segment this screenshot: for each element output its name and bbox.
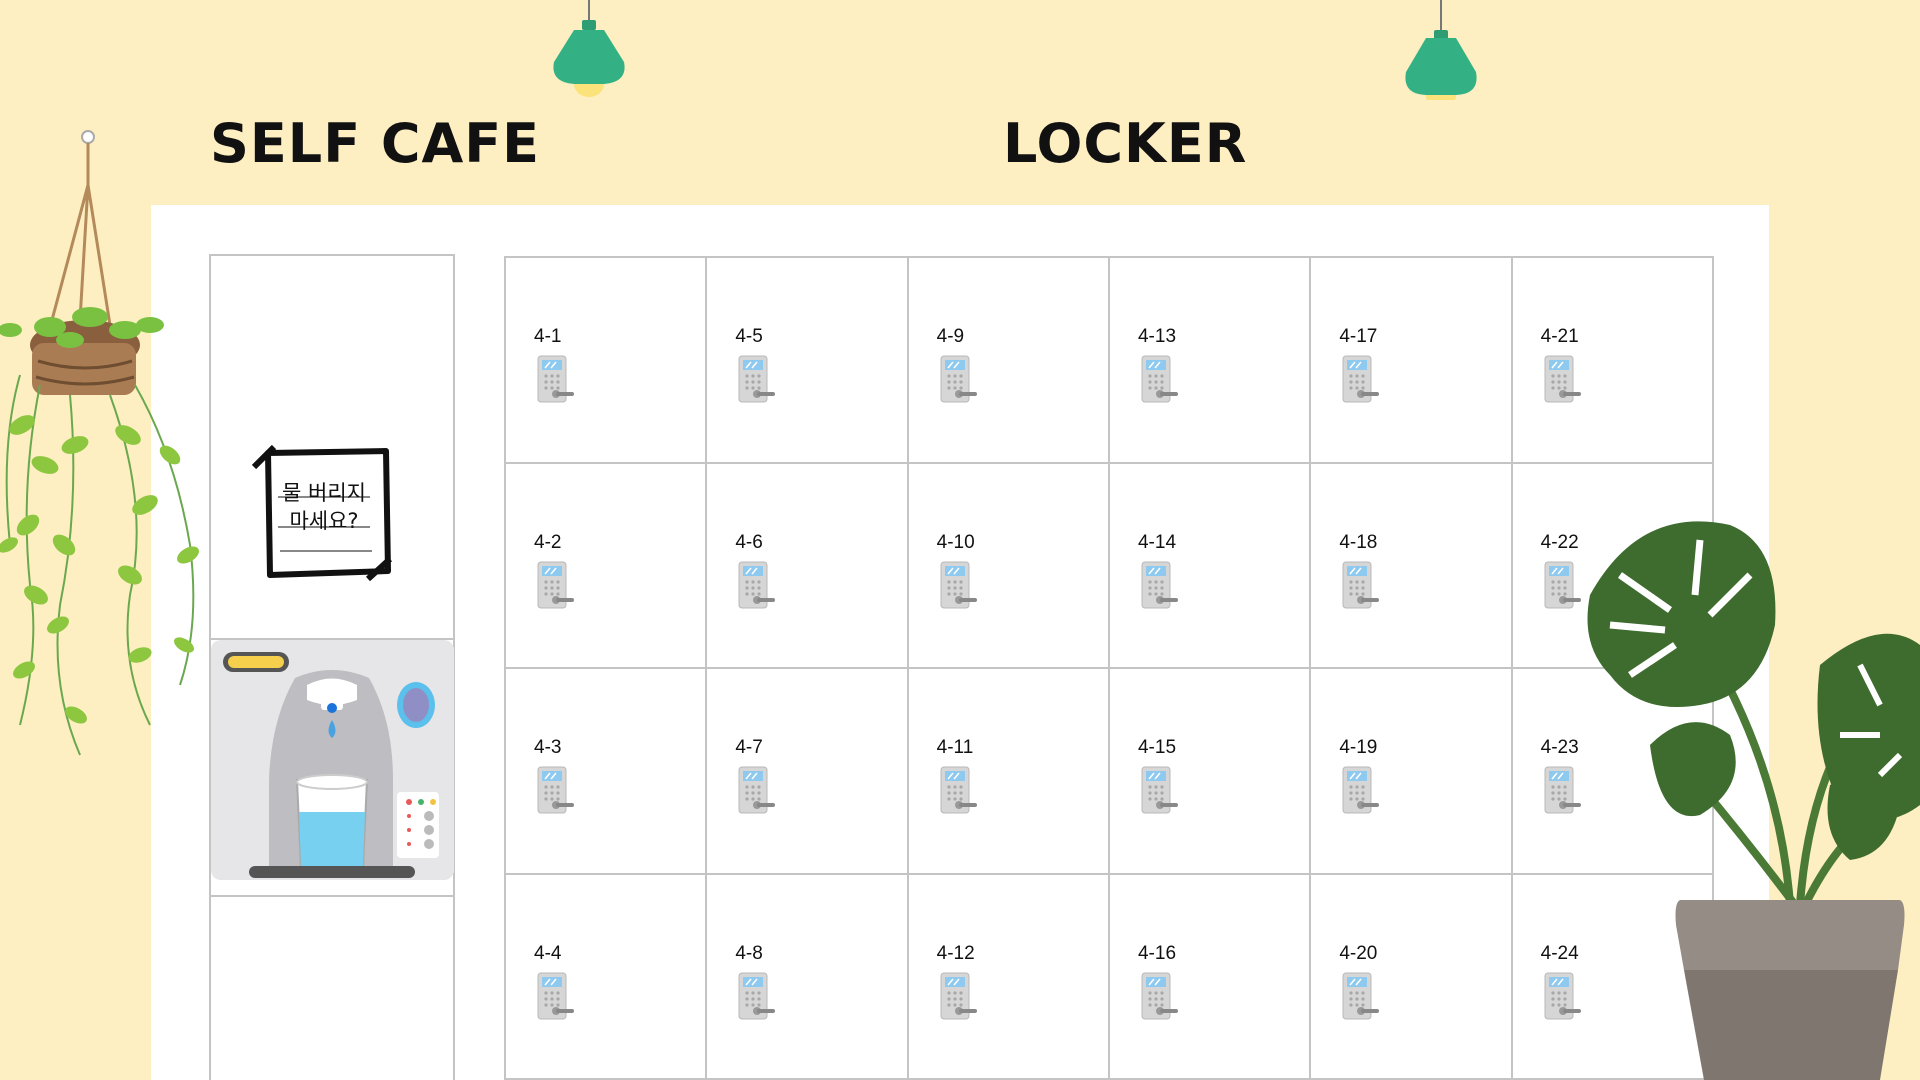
locker-number: 4-14	[1137, 531, 1177, 553]
locker-number: 4-20	[1339, 942, 1378, 964]
keypad-lock-icon[interactable]	[939, 560, 979, 610]
locker-door[interactable]: 4-3	[506, 669, 708, 875]
keypad-lock-icon[interactable]	[737, 560, 777, 610]
keypad-lock-icon[interactable]	[1140, 765, 1180, 815]
locker-door[interactable]: 4-15	[1109, 669, 1312, 875]
locker-number: 4-12	[936, 942, 975, 964]
keypad-lock-icon[interactable]	[536, 765, 576, 815]
keypad-lock-icon[interactable]	[1341, 765, 1381, 815]
locker-door[interactable]: 4-12	[908, 874, 1110, 1080]
keypad-lock-icon[interactable]	[1140, 971, 1180, 1021]
locker-number: 4-9	[936, 326, 965, 347]
locker-number: 4-2	[534, 531, 562, 553]
locker-number: 4-13	[1137, 326, 1177, 347]
locker-number: 4-16	[1137, 942, 1177, 964]
keypad-lock-icon[interactable]	[536, 560, 576, 610]
keypad-lock-icon[interactable]	[939, 971, 979, 1021]
locker-door[interactable]: 4-16	[1109, 874, 1312, 1080]
keypad-lock-icon[interactable]	[1543, 354, 1583, 404]
locker-number: 4-8	[735, 942, 763, 964]
keypad-lock-icon[interactable]	[939, 354, 979, 404]
locker-door[interactable]: 4-4	[506, 874, 708, 1080]
keypad-lock-icon[interactable]	[737, 765, 777, 815]
locker-number: 4-24	[1540, 942, 1579, 964]
sign-text-line1: 물 버리지	[282, 481, 366, 505]
locker-number: 4-17	[1339, 326, 1378, 347]
keypad-lock-icon[interactable]	[1140, 560, 1180, 610]
locker-number: 4-1	[534, 326, 562, 347]
locker-door[interactable]: 4-21	[1512, 258, 1714, 464]
locker-door[interactable]: 4-17	[1311, 258, 1513, 464]
keypad-lock-icon[interactable]	[536, 354, 576, 404]
locker-number: 4-23	[1540, 737, 1579, 758]
locker-door[interactable]: 4-9	[908, 258, 1110, 464]
locker-number: 4-10	[936, 531, 975, 553]
monstera-plant-icon	[1587, 521, 1920, 1080]
locker-number: 4-22	[1540, 531, 1579, 553]
locker-door[interactable]: 4-20	[1311, 874, 1513, 1080]
locker-number: 4-3	[534, 737, 562, 758]
locker-door[interactable]: 4-6	[707, 463, 909, 669]
locker-door[interactable]: 4-5	[707, 258, 909, 464]
locker-door[interactable]: 4-14	[1109, 463, 1312, 669]
keypad-lock-icon[interactable]	[1543, 971, 1583, 1021]
locker-number: 4-15	[1137, 737, 1177, 758]
keypad-lock-icon[interactable]	[1543, 560, 1583, 610]
locker-number: 4-6	[735, 531, 763, 553]
keypad-lock-icon[interactable]	[536, 971, 576, 1021]
locker-number: 4-4	[534, 942, 562, 964]
locker-number: 4-21	[1540, 326, 1579, 347]
pendant-lamp-icon	[1405, 0, 1477, 100]
hanging-plant-icon	[0, 130, 199, 756]
notice-sign: 물 버리지 마세요?	[250, 445, 398, 581]
sign-text-line2: 마세요?	[289, 509, 359, 533]
self-cafe-heading: SELF CAFE	[210, 112, 541, 175]
locker-number: 4-19	[1339, 737, 1378, 758]
keypad-lock-icon[interactable]	[939, 765, 979, 815]
locker-number: 4-7	[735, 737, 763, 758]
water-dispenser-icon[interactable]	[211, 640, 454, 894]
locker-door[interactable]: 4-7	[707, 669, 909, 875]
locker-heading: LOCKER	[1003, 112, 1248, 175]
locker-number: 4-11	[936, 737, 974, 758]
locker-door[interactable]: 4-2	[506, 463, 708, 669]
locker-door[interactable]: 4-1	[506, 258, 708, 464]
keypad-lock-icon[interactable]	[1140, 354, 1180, 404]
locker-door[interactable]: 4-13	[1109, 258, 1312, 464]
locker-number: 4-18	[1339, 531, 1378, 553]
locker-number: 4-5	[735, 326, 763, 347]
locker-door[interactable]: 4-18	[1311, 463, 1513, 669]
locker-door[interactable]: 4-8	[707, 874, 909, 1080]
locker-door[interactable]: 4-11	[908, 669, 1110, 875]
keypad-lock-icon[interactable]	[1341, 560, 1381, 610]
keypad-lock-icon[interactable]	[737, 354, 777, 404]
keypad-lock-icon[interactable]	[1341, 354, 1381, 404]
keypad-lock-icon[interactable]	[737, 971, 777, 1021]
locker-door[interactable]: 4-19	[1311, 669, 1513, 875]
keypad-lock-icon[interactable]	[1543, 765, 1583, 815]
keypad-lock-icon[interactable]	[1341, 971, 1381, 1021]
pendant-lamp-icon	[553, 0, 625, 97]
cabinet-divider	[211, 895, 453, 897]
locker-grid: 4-1 4-5 4-9 4-13 4-17 4-21 4-2 4-6 4-10 4-14 4-18 4…	[504, 256, 1714, 1080]
locker-door[interactable]: 4-10	[908, 463, 1110, 669]
